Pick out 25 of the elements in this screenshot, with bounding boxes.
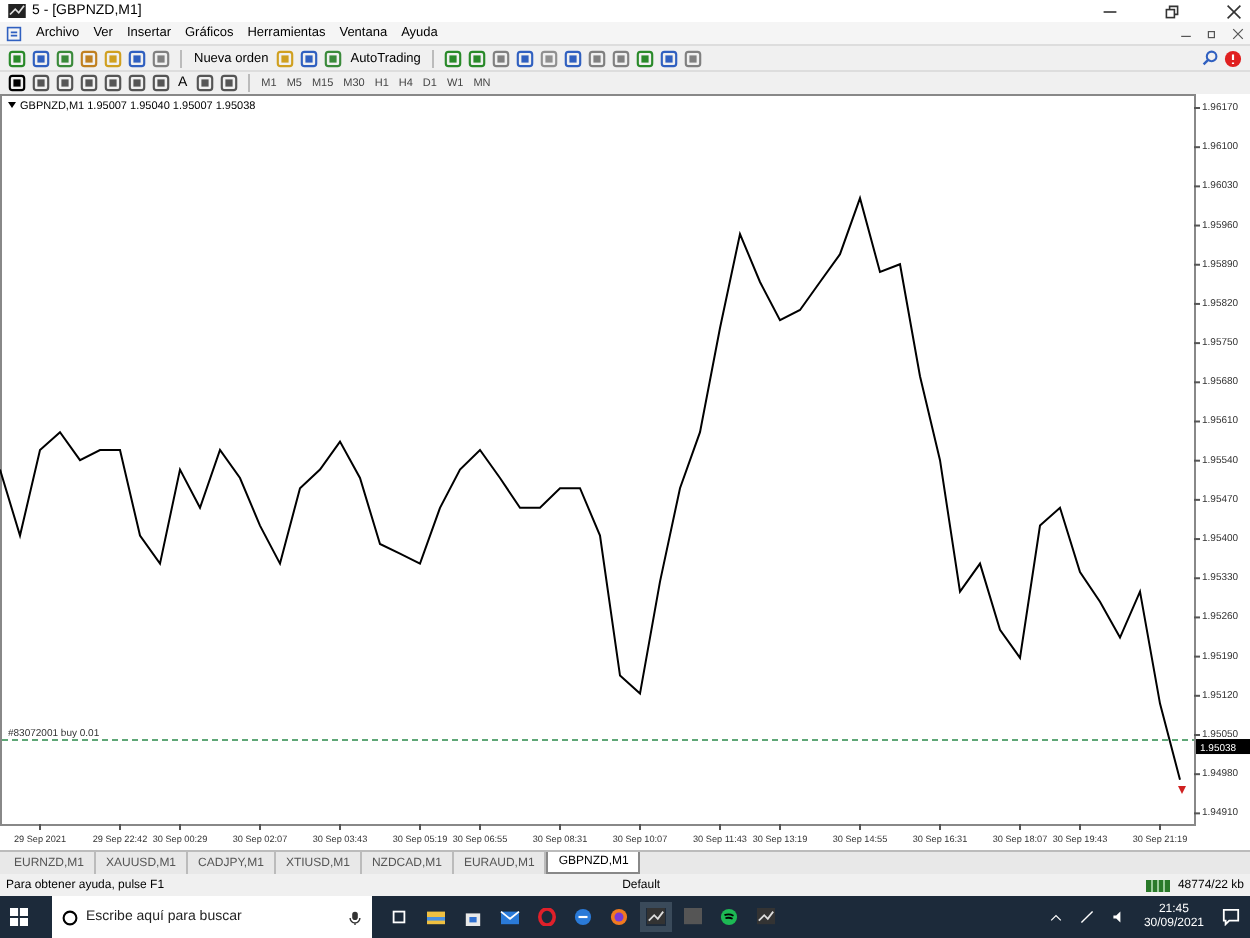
spotify-icon[interactable]: [720, 908, 738, 926]
firefox-icon[interactable]: [610, 908, 628, 926]
connection-bars-icon: [1145, 879, 1170, 891]
sell-marker-icon: [1178, 786, 1186, 794]
document-icon: [6, 25, 22, 41]
notification-icon[interactable]: [1224, 49, 1242, 67]
microphone-icon[interactable]: [348, 909, 362, 925]
app-logo-icon: [8, 4, 26, 18]
mail-icon[interactable]: [500, 908, 520, 926]
task-view-icon[interactable]: [390, 908, 408, 926]
shopping-bag-icon[interactable]: [464, 908, 482, 926]
trading-app-icon[interactable]: [646, 908, 666, 926]
speaker-icon[interactable]: [1111, 910, 1126, 924]
windows-start-icon[interactable]: [10, 908, 28, 926]
close-icon[interactable]: [1226, 3, 1242, 19]
close-icon[interactable]: [1232, 27, 1244, 39]
restore-icon[interactable]: [1164, 3, 1180, 19]
dropdown-icon[interactable]: [8, 102, 16, 108]
notifications-icon[interactable]: [1222, 908, 1240, 926]
restore-icon[interactable]: [1206, 27, 1218, 39]
search-icon[interactable]: [1202, 50, 1218, 66]
chevron-up-icon[interactable]: [1049, 911, 1062, 923]
trading-app-icon[interactable]: [756, 908, 776, 926]
opera-icon[interactable]: [538, 908, 556, 926]
search-ring-icon: [62, 909, 78, 925]
